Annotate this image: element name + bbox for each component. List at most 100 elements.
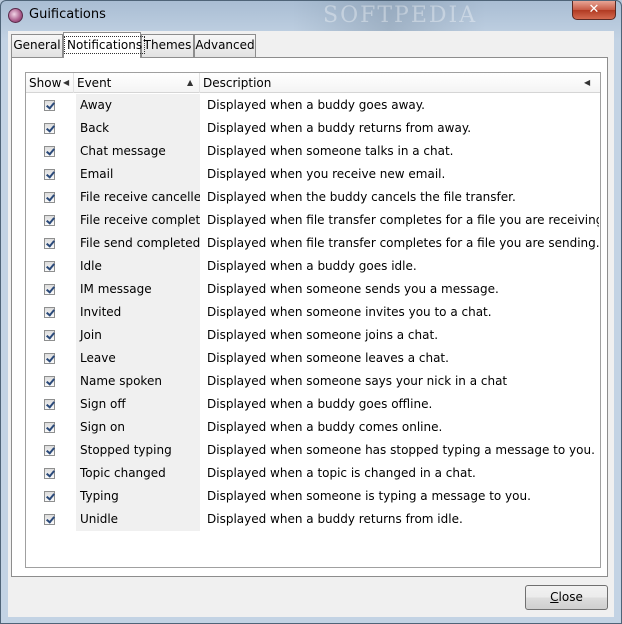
show-checkbox[interactable]	[44, 514, 55, 525]
table-row[interactable]: File receive completed Displayed when fil…	[26, 209, 600, 232]
window-close-button[interactable]: ✕	[572, 1, 616, 20]
show-checkbox[interactable]	[44, 284, 55, 295]
column-collapse-arrow-icon: ◀	[584, 78, 591, 87]
table-row[interactable]: Back Displayed when a buddy returns from …	[26, 117, 600, 140]
show-checkbox[interactable]	[44, 169, 55, 180]
table-row[interactable]: Sign on Displayed when a buddy comes onli…	[26, 416, 600, 439]
notifications-list[interactable]: Show ◀ Event ▲ Description ◀ Away Display…	[25, 72, 601, 568]
tab-themes[interactable]: Themes	[141, 34, 194, 57]
event-description: Displayed when the buddy cancels the fil…	[207, 190, 516, 204]
event-description: Displayed when a buddy goes idle.	[207, 259, 417, 273]
show-checkbox[interactable]	[44, 422, 55, 433]
tab-notifications[interactable]: Notifications	[63, 32, 146, 58]
event-name: Chat message	[76, 140, 200, 163]
table-row[interactable]: Topic changed Displayed when a topic is c…	[26, 462, 600, 485]
event-name: Invited	[76, 301, 200, 324]
column-header-label: Description	[203, 76, 272, 90]
show-cell	[26, 278, 74, 301]
event-name: File receive cancelled	[76, 186, 200, 209]
event-description: Displayed when someone says your nick in…	[207, 374, 508, 388]
table-row[interactable]: Chat message Displayed when someone talks…	[26, 140, 600, 163]
table-row[interactable]: Unidle Displayed when a buddy returns fro…	[26, 508, 600, 531]
show-cell	[26, 439, 74, 462]
event-description: Displayed when file transfer completes f…	[207, 213, 599, 227]
tab-label: Advanced	[195, 38, 255, 52]
table-row[interactable]: Email Displayed when you receive new emai…	[26, 163, 600, 186]
show-cell	[26, 370, 74, 393]
show-cell	[26, 140, 74, 163]
event-name: File send completed	[76, 232, 200, 255]
event-description: Displayed when a buddy goes away.	[207, 98, 425, 112]
show-checkbox[interactable]	[44, 307, 55, 318]
event-name: Away	[76, 94, 200, 117]
table-row[interactable]: Invited Displayed when someone invites yo…	[26, 301, 600, 324]
event-description: Displayed when a buddy returns from away…	[207, 121, 472, 135]
table-row[interactable]: Stopped typing Displayed when someone has…	[26, 439, 600, 462]
table-row[interactable]: Join Displayed when someone joins a chat.	[26, 324, 600, 347]
event-name: Topic changed	[76, 462, 200, 485]
column-header-description[interactable]: Description	[200, 73, 600, 93]
title-bar[interactable]: Guifications SOFTPEDIA ✕	[1, 1, 621, 31]
show-checkbox[interactable]	[44, 491, 55, 502]
event-name: Unidle	[76, 508, 200, 531]
table-row[interactable]: Idle Displayed when a buddy goes idle.	[26, 255, 600, 278]
event-name: IM message	[76, 278, 200, 301]
table-row[interactable]: Name spoken Displayed when someone says y…	[26, 370, 600, 393]
show-cell	[26, 94, 74, 117]
table-row[interactable]: Leave Displayed when someone leaves a cha…	[26, 347, 600, 370]
column-collapse-arrow-icon: ◀	[63, 78, 70, 87]
event-name: Stopped typing	[76, 439, 200, 462]
app-window: Guifications SOFTPEDIA ✕ General Notific…	[0, 0, 622, 624]
show-cell	[26, 347, 74, 370]
table-row[interactable]: Sign off Displayed when a buddy goes offl…	[26, 393, 600, 416]
show-checkbox[interactable]	[44, 468, 55, 479]
show-checkbox[interactable]	[44, 445, 55, 456]
show-checkbox[interactable]	[44, 100, 55, 111]
watermark-text: SOFTPEDIA	[323, 3, 478, 28]
event-name: Sign on	[76, 416, 200, 439]
dialog-client-area: General Notifications Themes Advanced Sh…	[8, 31, 614, 617]
event-description: Displayed when a buddy returns from idle…	[207, 512, 463, 526]
show-checkbox[interactable]	[44, 192, 55, 203]
close-button-label: lose	[558, 590, 583, 604]
event-description: Displayed when a buddy comes online.	[207, 420, 443, 434]
close-button[interactable]: Close	[525, 585, 608, 610]
table-row[interactable]: Typing Displayed when someone is typing a…	[26, 485, 600, 508]
show-checkbox[interactable]	[44, 330, 55, 341]
table-row[interactable]: IM message Displayed when someone sends y…	[26, 278, 600, 301]
show-checkbox[interactable]	[44, 123, 55, 134]
show-checkbox[interactable]	[44, 146, 55, 157]
show-cell	[26, 255, 74, 278]
notifications-panel: Show ◀ Event ▲ Description ◀ Away Display…	[11, 57, 608, 577]
show-cell	[26, 163, 74, 186]
event-description: Displayed when someone joins a chat.	[207, 328, 439, 342]
column-header-label: Show	[29, 76, 62, 90]
tab-advanced[interactable]: Advanced	[194, 34, 256, 57]
column-header-event[interactable]: Event	[74, 73, 200, 93]
event-description: Displayed when someone leaves a chat.	[207, 351, 449, 365]
list-body: Away Displayed when a buddy goes away. Bac…	[26, 94, 600, 531]
show-cell	[26, 416, 74, 439]
close-button-mnemonic: C	[550, 590, 559, 604]
event-description: Displayed when you receive new email.	[207, 167, 446, 181]
table-row[interactable]: File receive cancelled Displayed when the…	[26, 186, 600, 209]
event-name: Typing	[76, 485, 200, 508]
show-checkbox[interactable]	[44, 238, 55, 249]
show-checkbox[interactable]	[44, 261, 55, 272]
show-cell	[26, 186, 74, 209]
table-row[interactable]: File send completed Displayed when file t…	[26, 232, 600, 255]
event-name: Sign off	[76, 393, 200, 416]
show-checkbox[interactable]	[44, 353, 55, 364]
tab-label: Notifications	[64, 36, 146, 54]
table-row[interactable]: Away Displayed when a buddy goes away.	[26, 94, 600, 117]
show-checkbox[interactable]	[44, 376, 55, 387]
show-cell	[26, 485, 74, 508]
show-cell	[26, 117, 74, 140]
tab-general[interactable]: General	[11, 34, 63, 57]
watermark-logo: SOFTPEDIA	[293, 1, 485, 31]
show-cell	[26, 324, 74, 347]
show-checkbox[interactable]	[44, 399, 55, 410]
event-description: Displayed when someone has stopped typin…	[207, 443, 595, 457]
show-checkbox[interactable]	[44, 215, 55, 226]
sort-ascending-icon: ▲	[187, 78, 194, 87]
